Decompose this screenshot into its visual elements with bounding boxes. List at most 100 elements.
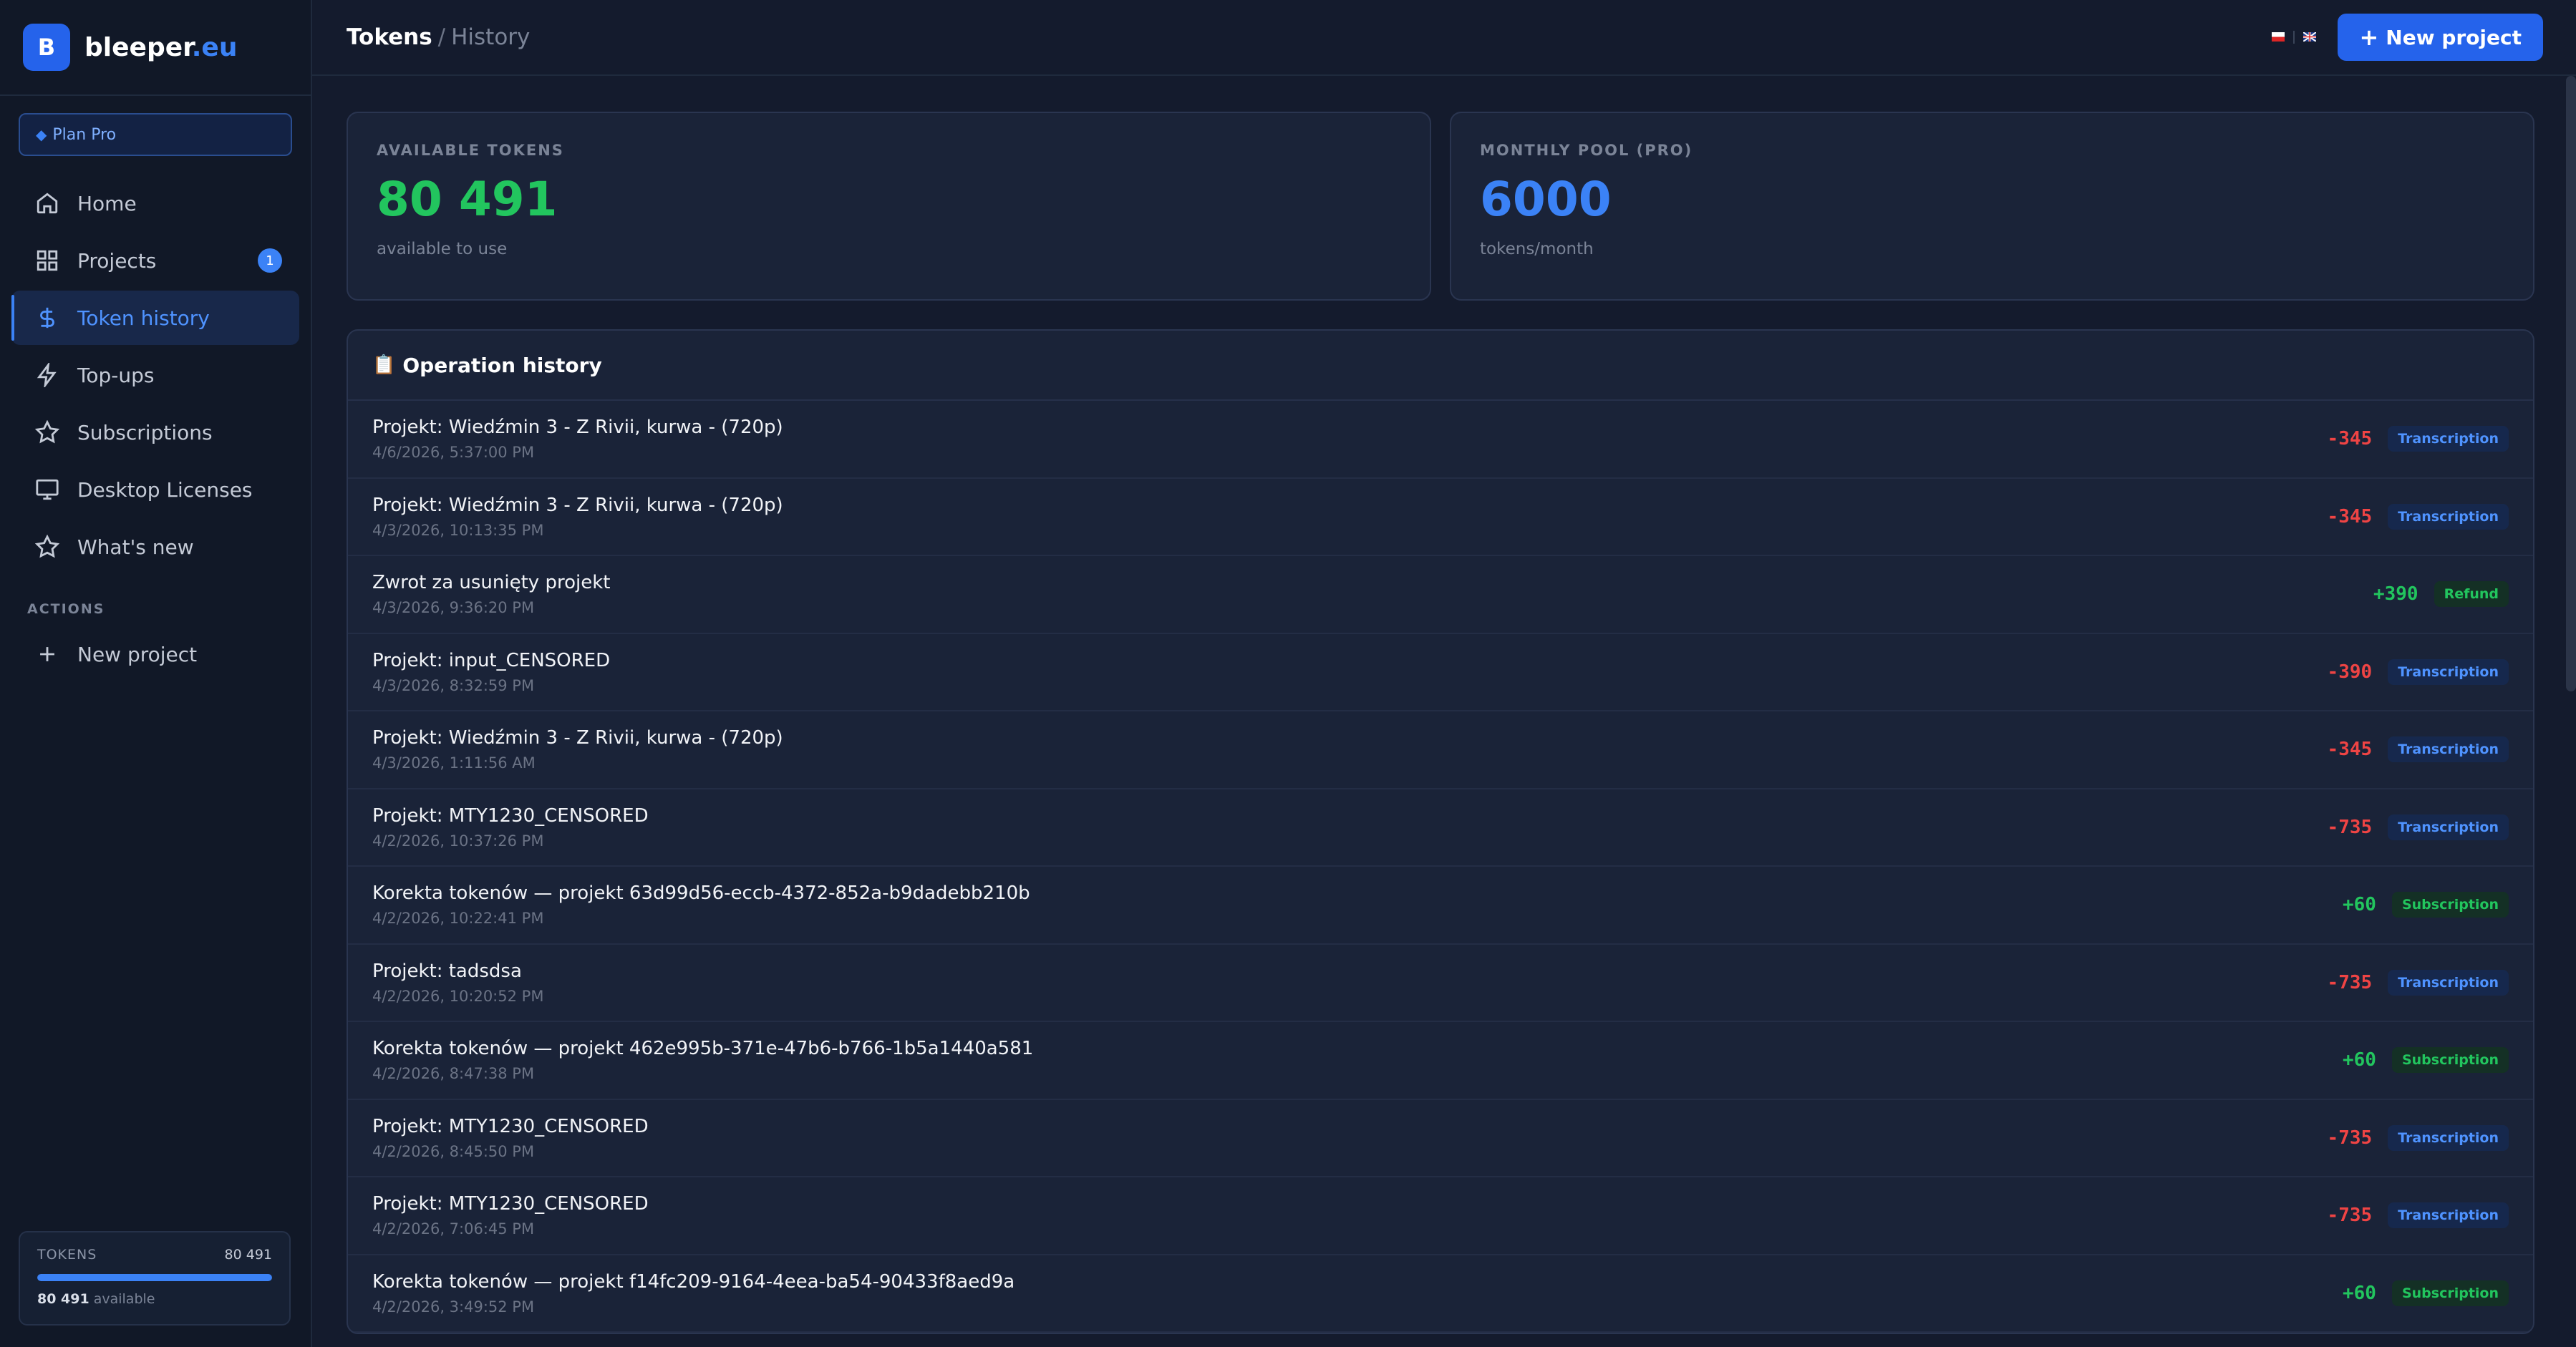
monitor-icon xyxy=(34,477,60,502)
history-row-type-badge: Transcription xyxy=(2388,736,2509,763)
history-row-title: Projekt: tadsdsa xyxy=(372,960,522,982)
dollar-icon xyxy=(34,305,60,331)
tokens-progress-fill xyxy=(37,1274,272,1281)
app-root: B bleeper.eu ◆ Plan Pro Home Projects 1 … xyxy=(0,0,2576,1347)
brand-tld: .eu xyxy=(191,32,238,62)
new-project-button[interactable]: + New project xyxy=(2338,14,2543,61)
flag-en-icon[interactable] xyxy=(2303,30,2318,45)
sidebar-item-label: Subscriptions xyxy=(77,420,213,444)
history-row-amount: -345 xyxy=(2327,428,2373,450)
history-row-amount: -735 xyxy=(2327,1205,2373,1227)
history-row[interactable]: Projekt: tadsdsa 4/2/2026, 10:20:52 PM -73… xyxy=(348,945,2533,1022)
history-row-date: 4/3/2026, 8:32:59 PM xyxy=(372,676,535,694)
history-row-info: Projekt: tadsdsa 4/2/2026, 10:20:52 PM xyxy=(372,961,2328,1005)
tokens-widget-value: 80 491 xyxy=(224,1247,272,1263)
plan-badge[interactable]: ◆ Plan Pro xyxy=(19,113,292,156)
stats-row: AVAILABLE TOKENS 80 491 available to use… xyxy=(347,112,2534,301)
available-tokens-card: AVAILABLE TOKENS 80 491 available to use xyxy=(347,112,1431,301)
flag-pl-icon[interactable] xyxy=(2272,30,2285,45)
history-row-date: 4/3/2026, 10:13:35 PM xyxy=(372,521,544,539)
plus-icon: + xyxy=(2359,24,2379,51)
history-row-title: Projekt: Wiedźmin 3 - Z Rivii, kurwa - (… xyxy=(372,417,783,439)
history-row-info: Korekta tokenów — projekt 462e995b-371e-… xyxy=(372,1038,2343,1082)
tokens-progress-bar xyxy=(37,1274,272,1281)
projects-count-badge: 1 xyxy=(258,248,282,273)
brand[interactable]: B bleeper.eu xyxy=(0,0,311,96)
sidebar-item-whats-new[interactable]: What's new xyxy=(11,520,299,574)
history-row[interactable]: Korekta tokenów — projekt 63d99d56-eccb-… xyxy=(348,867,2533,945)
sidebar: B bleeper.eu ◆ Plan Pro Home Projects 1 … xyxy=(0,0,312,1347)
breadcrumb-separator: / xyxy=(437,24,446,50)
sidebar-item-projects[interactable]: Projects 1 xyxy=(11,233,299,288)
brand-logo: B xyxy=(23,24,70,71)
history-row-amount: -345 xyxy=(2327,505,2373,527)
history-row-info: Korekta tokenów — projekt f14fc209-9164-… xyxy=(372,1271,2343,1316)
sidebar-item-token-history[interactable]: Token history xyxy=(11,291,299,345)
history-row-info: Projekt: Wiedźmin 3 - Z Rivii, kurwa - (… xyxy=(372,495,2328,539)
diamond-icon: ◆ xyxy=(36,126,47,143)
plus-icon xyxy=(34,641,60,667)
history-row-amount: -735 xyxy=(2327,1127,2373,1149)
scrollbar[interactable] xyxy=(2566,76,2576,691)
history-row-info: Korekta tokenów — projekt 63d99d56-eccb-… xyxy=(372,882,2343,927)
history-row-amount: -390 xyxy=(2327,661,2373,683)
stat-label: AVAILABLE TOKENS xyxy=(377,142,564,159)
stat-label: MONTHLY POOL (PRO) xyxy=(1480,142,1693,159)
stat-value: 80 491 xyxy=(377,172,558,227)
history-list: Projekt: Wiedźmin 3 - Z Rivii, kurwa - (… xyxy=(348,401,2533,1333)
history-row-amount: -735 xyxy=(2327,971,2373,993)
plan-label: Plan Pro xyxy=(52,125,117,144)
history-row[interactable]: Projekt: MTY1230_CENSORED 4/2/2026, 8:45:… xyxy=(348,1100,2533,1177)
history-row-date: 4/2/2026, 8:45:50 PM xyxy=(372,1142,535,1160)
sidebar-item-subscriptions[interactable]: Subscriptions xyxy=(11,405,299,459)
history-row-date: 4/2/2026, 7:06:45 PM xyxy=(372,1220,535,1238)
tokens-widget: TOKENS 80 491 80 491 available xyxy=(19,1231,291,1326)
sidebar-item-label: What's new xyxy=(77,535,194,559)
sidebar-item-label: New project xyxy=(77,642,198,666)
history-row[interactable]: Projekt: Wiedźmin 3 - Z Rivii, kurwa - (… xyxy=(348,401,2533,479)
sidebar-item-home[interactable]: Home xyxy=(11,176,299,230)
history-row-title: Projekt: MTY1230_CENSORED xyxy=(372,804,649,827)
history-row-title: Projekt: Wiedźmin 3 - Z Rivii, kurwa - (… xyxy=(372,727,783,749)
operation-history: 📋 Operation history Projekt: Wiedźmin 3 … xyxy=(347,329,2534,1334)
sidebar-new-project[interactable]: New project xyxy=(11,627,299,681)
history-row[interactable]: Projekt: Wiedźmin 3 - Z Rivii, kurwa - (… xyxy=(348,711,2533,789)
history-row[interactable]: Korekta tokenów — projekt f14fc209-9164-… xyxy=(348,1255,2533,1333)
history-row-type-badge: Transcription xyxy=(2388,814,2509,840)
breadcrumb-current[interactable]: Tokens xyxy=(347,24,432,50)
topbar: Tokens / History + New project xyxy=(312,0,2576,76)
stat-sub: tokens/month xyxy=(1480,240,1594,258)
history-row[interactable]: Zwrot za usunięty projekt 4/3/2026, 9:36:… xyxy=(348,556,2533,634)
sidebar-nav: Home Projects 1 Token history Top-ups Su… xyxy=(0,176,311,574)
tokens-available-text: available xyxy=(93,1291,155,1307)
history-row-title: Projekt: Wiedźmin 3 - Z Rivii, kurwa - (… xyxy=(372,494,783,516)
history-row-info: Projekt: Wiedźmin 3 - Z Rivii, kurwa - (… xyxy=(372,727,2328,772)
history-row-type-badge: Transcription xyxy=(2388,1124,2509,1151)
history-row[interactable]: Projekt: MTY1230_CENSORED 4/2/2026, 7:06:… xyxy=(348,1177,2533,1255)
sidebar-item-label: Desktop Licenses xyxy=(77,477,253,502)
brand-name-text: bleeper xyxy=(84,32,192,62)
history-row-info: Projekt: MTY1230_CENSORED 4/2/2026, 7:06:… xyxy=(372,1193,2328,1237)
stat-sub: available to use xyxy=(377,240,508,258)
sidebar-item-desktop-licenses[interactable]: Desktop Licenses xyxy=(11,462,299,517)
history-row-title: Projekt: MTY1230_CENSORED xyxy=(372,1115,649,1137)
history-row[interactable]: Projekt: MTY1230_CENSORED 4/2/2026, 10:37… xyxy=(348,789,2533,867)
content: AVAILABLE TOKENS 80 491 available to use… xyxy=(312,76,2576,1334)
history-row[interactable]: Projekt: Wiedźmin 3 - Z Rivii, kurwa - (… xyxy=(348,479,2533,556)
history-row-type-badge: Subscription xyxy=(2391,1047,2509,1074)
sidebar-item-top-ups[interactable]: Top-ups xyxy=(11,348,299,402)
history-row-type-badge: Transcription xyxy=(2388,426,2509,452)
history-row[interactable]: Korekta tokenów — projekt 462e995b-371e-… xyxy=(348,1022,2533,1100)
history-row[interactable]: Projekt: input_CENSORED 4/3/2026, 8:32:59… xyxy=(348,634,2533,711)
operation-history-title: Operation history xyxy=(402,353,602,377)
history-row-date: 4/6/2026, 5:37:00 PM xyxy=(372,444,535,462)
new-project-button-label: New project xyxy=(2386,25,2522,49)
history-row-date: 4/2/2026, 3:49:52 PM xyxy=(372,1298,535,1316)
history-row-info: Projekt: Wiedźmin 3 - Z Rivii, kurwa - (… xyxy=(372,417,2328,461)
flag-divider xyxy=(2293,31,2295,44)
topbar-actions: + New project xyxy=(2267,14,2543,61)
clipboard-icon: 📋 xyxy=(372,354,396,376)
breadcrumb-sub: History xyxy=(451,24,531,50)
sidebar-item-label: Projects xyxy=(77,248,157,273)
tokens-widget-label: TOKENS xyxy=(37,1247,97,1263)
